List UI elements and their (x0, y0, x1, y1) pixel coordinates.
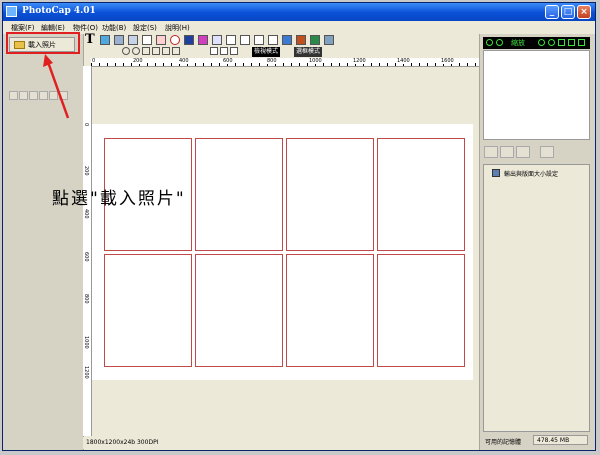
instruction-annotation: 點選"載入照片" (52, 189, 186, 209)
annotation-arrow (43, 54, 70, 119)
